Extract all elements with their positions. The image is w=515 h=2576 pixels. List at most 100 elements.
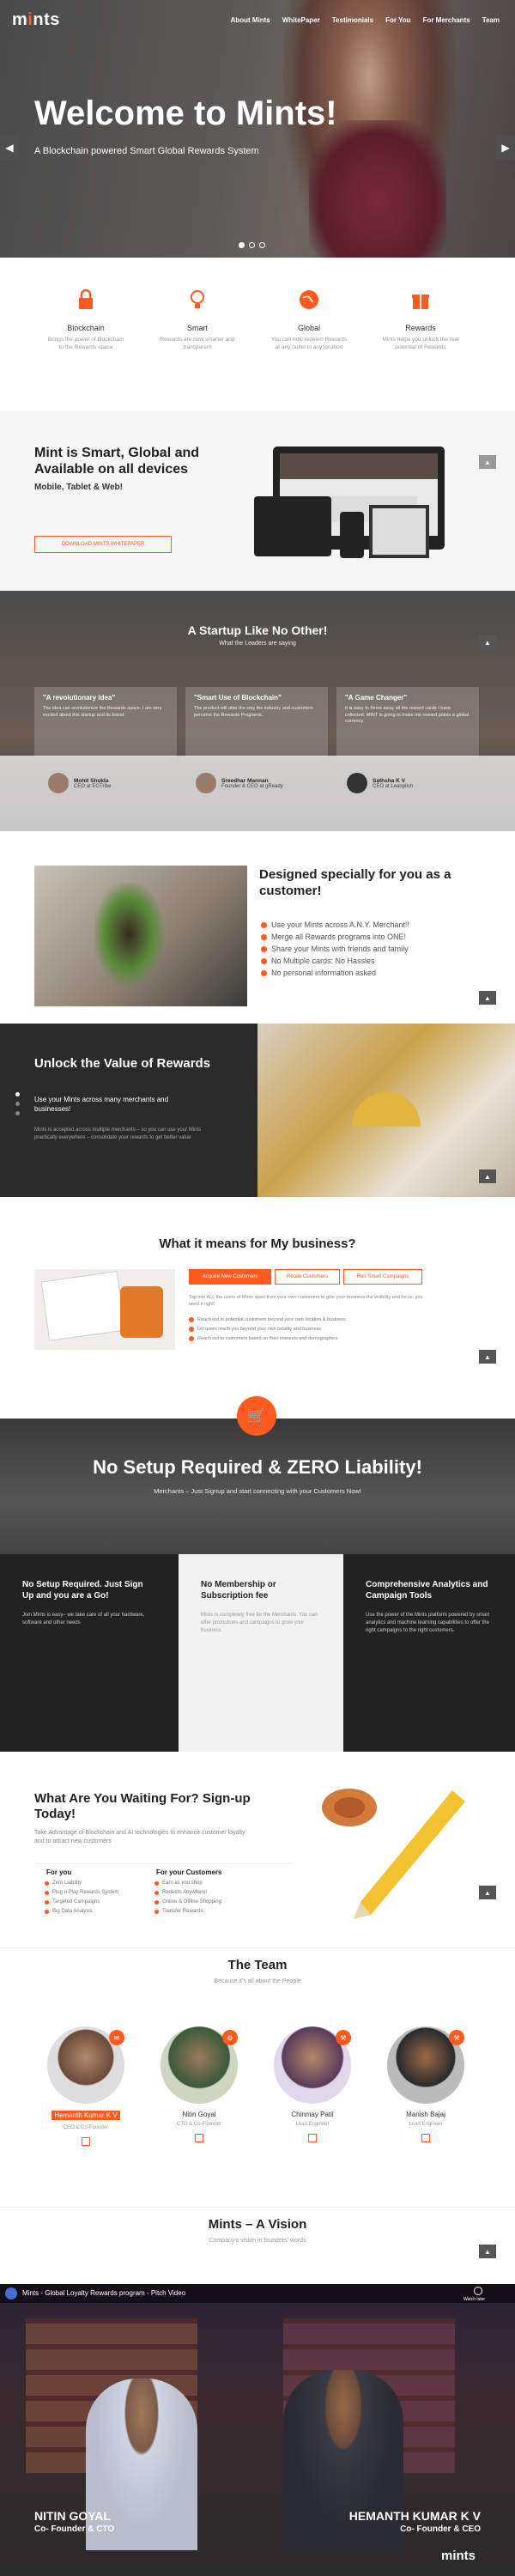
business-bullets: Reach out to potential customers beyond … [189,1317,446,1346]
list-item: No Multiple cards: No Hassles [261,957,484,965]
scroll-top-button[interactable]: ▲ [479,635,496,649]
scroll-top-button[interactable]: ▲ [479,455,496,469]
cart-icon: 🛒 [237,1396,276,1436]
for-customers-list: Earn as you shop Redeem Anywhere! Online… [154,1880,221,1918]
devices-section: Mint is Smart, Global and Available on a… [0,410,515,591]
quote-card: "Smart Use of Blockchain" The product wil… [185,687,328,757]
nav-for-merchants[interactable]: For Merchants [423,16,470,24]
designed-list: Use your Mints across A.N.Y. Merchant!! … [261,920,484,981]
mints-logo[interactable]: mints [12,10,60,30]
clock-icon[interactable] [474,2287,482,2295]
testimonial-person: Sathsha K V CEO at Leanpitch [347,773,413,793]
mail-icon[interactable]: ✉ [109,2030,124,2045]
social-icon[interactable] [195,2134,203,2142]
pitch-video[interactable]: Mints - Global Loyalty Rewards program -… [0,2284,515,2576]
unlock-section: Unlock the Value of Rewards Use your Min… [0,1024,515,1197]
watch-later-label: Watch later [464,2297,486,2302]
prev-slide-button[interactable]: ◀ [0,136,19,160]
nav-team[interactable]: Team [482,16,500,24]
testimonial-person: Sreedhar Mannan Founder & CEO at gReady [196,773,283,793]
left-name-caption: NITIN GOYAL [34,2509,111,2523]
video-logo: mints [440,2549,476,2563]
wrench-icon[interactable]: ⚒ [449,2030,464,2045]
team-subtitle: Because it's all about the People [214,1978,301,1984]
nosetup-section: No Setup Required & ZERO Liability! Merc… [0,1419,515,1554]
business-photo [34,1269,175,1350]
nav-for-you[interactable]: For You [385,16,410,24]
top-nav: mints About Mints WhitePaper Testimonial… [0,0,515,39]
list-item: Merge all Rewards programs into ONE! [261,933,484,941]
tab-campaigns[interactable]: Run Smart Campaigns [343,1269,422,1285]
unlock-text: Mints is accepted across multiple mercha… [34,1127,202,1140]
devices-title: Mint is Smart, Global and Available on a… [34,446,200,477]
right-name-caption: HEMANTH KUMAR K V [348,2509,481,2523]
quote-card: "A Game Changer" It is easy to throw away… [336,687,479,757]
scroll-top-button[interactable]: ▲ [479,991,496,1005]
avatar: ⚒ [387,2026,464,2104]
avatar: ✉ [47,2026,124,2104]
hero-subtitle: A Blockchain powered Smart Global Reward… [34,146,259,156]
nav-testimonials[interactable]: Testimonials [332,16,373,24]
nosetup-col: Comprehensive Analytics and Campaign Too… [343,1554,515,1752]
avatar [196,773,216,793]
avatar [347,773,367,793]
nosetup-col: No Membership or Subscription fee Mints i… [179,1554,343,1752]
feature-blockchain: Blockchain Brings the power of blockchai… [47,289,124,352]
devices-subtitle: Mobile, Tablet & Web! [34,483,123,492]
social-icon[interactable] [308,2134,317,2142]
nosetup-col: No Setup Required. Just Sign Up and you … [0,1554,179,1752]
laptop-image [369,505,429,558]
slide-dot[interactable] [249,242,255,248]
chevron-left-icon: ◀ [5,142,14,154]
download-whitepaper-button[interactable]: DOWNLOAD MINTS WHITEPAPER [34,536,172,553]
list-item: No personal information asked [261,969,484,977]
avatar: ⚙ [161,2026,238,2104]
scroll-top-button[interactable]: ▲ [479,2245,496,2258]
lightbulb-icon [191,290,204,308]
for-customers-title: For your Customers [156,1868,222,1876]
channel-avatar[interactable] [5,2287,17,2300]
next-slide-button[interactable]: ▶ [496,136,515,160]
tablet-image [254,496,331,556]
for-you-list: Zero Liability Plug n Play Rewards Syste… [45,1880,118,1918]
social-icon[interactable] [82,2137,90,2146]
feature-global: Global You can now redeem Rewards at any… [270,289,348,352]
gift-icon [412,295,429,309]
tab-acquire[interactable]: Acquire New Customers [189,1269,271,1285]
tab-retain[interactable]: Retain Customers [275,1269,340,1285]
social-icon[interactable] [421,2134,430,2142]
slide-dot[interactable] [239,242,245,248]
quote-card: "A revolutionary Idea" The idea can revol… [34,687,177,757]
team-member: ✉ Hemanth Kumar K V CEO & Co-Founder [43,2026,129,2146]
testimonials-title: A Startup Like No Other! [187,623,328,637]
scroll-top-button[interactable]: ▲ [479,1170,496,1183]
globe-icon [300,290,318,309]
list-item: Share your Mints with friends and family [261,945,484,953]
founder-right-image [283,2370,403,2550]
wrench-icon[interactable]: ⚒ [336,2030,351,2045]
hero-title: Welcome to Mints! [34,94,337,132]
team-title: The Team [227,1958,288,1972]
video-title[interactable]: Mints - Global Loyalty Rewards program -… [22,2289,185,2297]
unlock-subtitle: Use your Mints across many merchants and… [34,1096,169,1113]
slide-indicators [239,242,265,248]
pencil-illustration [322,1789,465,1919]
scroll-top-button[interactable]: ▲ [479,1886,496,1899]
scroll-top-button[interactable]: ▲ [479,1350,496,1364]
nav-about[interactable]: About Mints [231,16,270,24]
slide-dot[interactable] [259,242,265,248]
phone-image [340,512,364,558]
nav-whitepaper[interactable]: WhitePaper [282,16,320,24]
avatar [48,773,69,793]
business-intro: Tap into ALL the users of Mints apart fr… [189,1295,423,1307]
team-member: ⚒ Chinmay Patil Lead Engineer [270,2026,355,2142]
feature-smart: Smart Rewards are now smarter and transp… [159,289,236,352]
list-item: Use your Mints across A.N.Y. Merchant!! [261,920,484,929]
designed-title: Designed specially for you as a customer… [259,867,451,898]
team-member: ⚙ Nitin Goyal CTO & Co-Founder [156,2026,242,2142]
gear-icon[interactable]: ⚙ [222,2030,238,2045]
waiting-title: What Are You Waiting For? Sign-up Today! [34,1791,251,1821]
customer-photo [34,866,247,1006]
vision-subtitle: Company's vision in founders' words [209,2238,306,2244]
waiting-text: Take Advantage of Blockchain and AI tech… [34,1830,245,1844]
